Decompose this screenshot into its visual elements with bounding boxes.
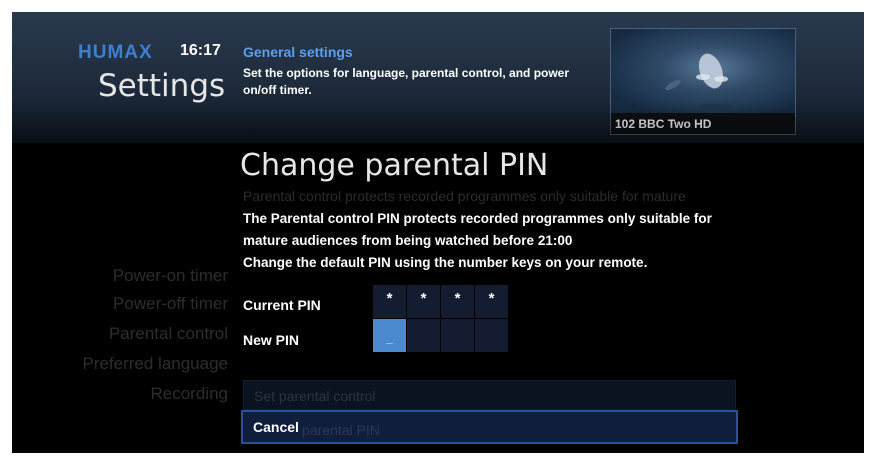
current-pin-digit[interactable]: * [373,285,406,318]
set-parental-control-option[interactable]: Set parental control [243,380,736,410]
menu-item-power-off-timer[interactable]: Power-off timer [113,294,228,314]
new-pin-digit[interactable] [407,319,440,352]
dialog-title: Change parental PIN [240,148,549,183]
current-pin-field[interactable]: * * * * [373,285,508,318]
dialog-message-line: The Parental control PIN protects record… [243,211,712,226]
change-parental-pin-option: parental PIN [302,422,380,438]
menu-item-preferred-language[interactable]: Preferred language [82,354,228,374]
new-pin-label: New PIN [243,332,300,348]
current-pin-label: Current PIN [243,297,321,313]
background-description: Parental control protects recorded progr… [243,188,686,204]
dialog-message-line: mature audiences from being watched befo… [243,233,573,248]
tv-screen: Power-on timer Power-off timer Parental … [12,12,864,453]
current-pin-digit[interactable]: * [407,285,440,318]
dialog-message-line: Change the default PIN using the number … [243,255,648,270]
current-pin-digit[interactable]: * [475,285,508,318]
new-pin-field[interactable]: _ [373,319,508,352]
menu-item-power-on-timer[interactable]: Power-on timer [113,266,228,286]
section-description: Set the options for language, parental c… [243,66,570,97]
menu-item-recording[interactable]: Recording [151,384,229,404]
new-pin-digit-active[interactable]: _ [373,319,406,352]
new-pin-digit[interactable] [441,319,474,352]
clock: 16:17 [180,42,221,59]
channel-caption: 102 BBC Two HD [611,113,795,134]
new-pin-digit[interactable] [475,319,508,352]
menu-item-parental-control[interactable]: Parental control [109,324,228,344]
preview-video [611,29,795,115]
page-title: Settings [98,68,226,104]
live-tv-preview: 102 BBC Two HD [610,28,796,135]
section-title: General settings [243,44,353,60]
dolphin-image [665,53,733,110]
current-pin-digit[interactable]: * [441,285,474,318]
dialog-message: The Parental control PIN protects record… [243,208,783,274]
brand-logo: HUMAX [78,42,153,63]
header-bar: HUMAX 16:17 Settings General settings Se… [12,12,864,143]
